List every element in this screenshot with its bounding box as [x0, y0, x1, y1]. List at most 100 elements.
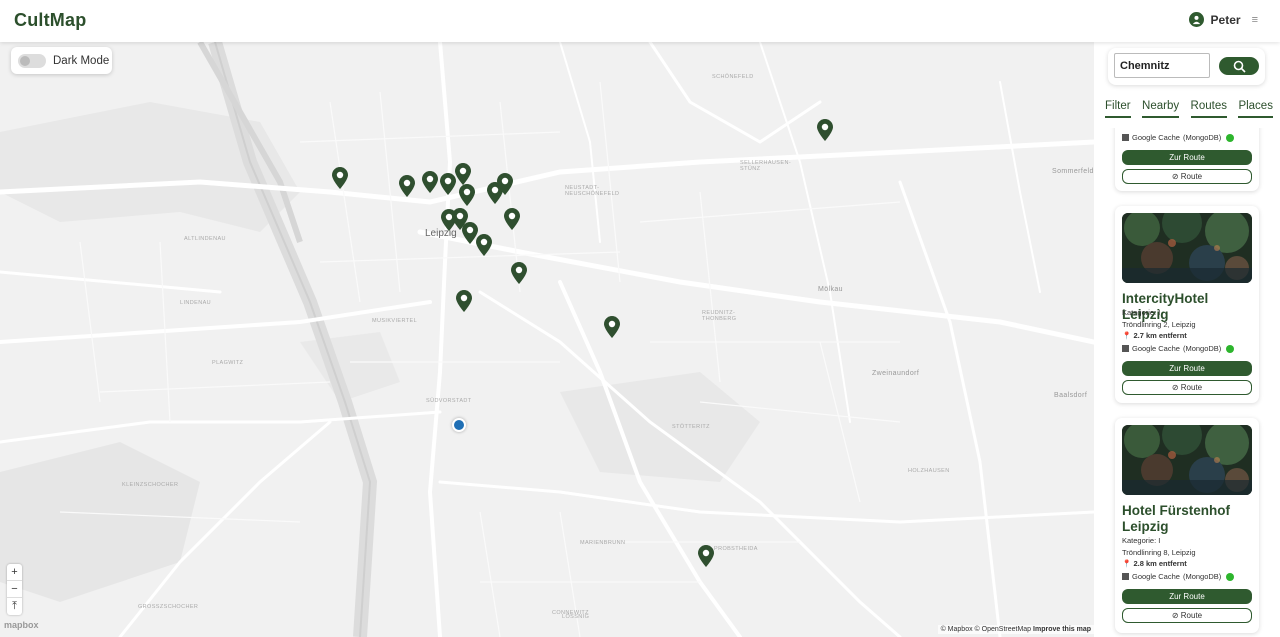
dark-mode-toggle[interactable]: Dark Mode: [11, 47, 112, 74]
source-db-label: (MongoDB): [1182, 344, 1222, 353]
app-logo[interactable]: CultMap: [14, 10, 86, 31]
status-ok-icon: [1226, 133, 1235, 142]
map-pin-icon[interactable]: [456, 290, 472, 312]
map-pin-icon[interactable]: [455, 163, 471, 185]
reset-bearing-button[interactable]: ⤒: [7, 598, 22, 615]
map-base-layer: [0, 42, 1094, 637]
route-button[interactable]: ⊘ Route: [1122, 608, 1252, 623]
search-input[interactable]: [1114, 53, 1210, 78]
place-image[interactable]: [1122, 425, 1252, 495]
status-ok-icon: [1226, 344, 1235, 353]
map-pin-icon[interactable]: [399, 175, 415, 197]
route-button-label: Route: [1180, 383, 1203, 392]
place-category: Kategorie: I: [1122, 536, 1161, 545]
places-list[interactable]: Google Cache (MongoDB) Zur Route ⊘ Route: [1094, 128, 1280, 637]
map-pin-icon[interactable]: [476, 234, 492, 256]
route-button-label: Route: [1180, 172, 1203, 181]
district-label: SÜDVORSTADT: [426, 398, 472, 404]
user-avatar-icon[interactable]: [1188, 12, 1204, 27]
zoom-in-button[interactable]: +: [7, 564, 22, 581]
map-pin-icon[interactable]: [459, 184, 475, 206]
district-label: STÖTTERITZ: [672, 424, 710, 430]
source-db-label: (MongoDB): [1182, 133, 1222, 142]
route-compass-icon: ⊘: [1171, 172, 1181, 181]
district-label: SELLERHAUSEN-STÜNZ: [740, 160, 792, 172]
distance-value: 2.7 km entfernt: [1133, 331, 1187, 340]
district-label: Mölkau: [818, 286, 843, 293]
search-icon: [1233, 60, 1246, 73]
dark-mode-switch[interactable]: [18, 53, 46, 68]
sidebar-tabs: Filter Nearby Routes Places: [1105, 100, 1273, 118]
district-label: ALTLINDENAU: [184, 236, 226, 242]
search-button[interactable]: [1219, 57, 1259, 75]
source-label: Google Cache: [1132, 572, 1180, 581]
district-label: MUSIKVIERTEL: [372, 318, 418, 324]
district-label: HOLZHAUSEN: [908, 468, 950, 474]
hamburger-menu-icon[interactable]: ≡: [1252, 14, 1258, 26]
place-title[interactable]: Hotel Fürstenhof Leipzig: [1122, 503, 1256, 535]
distance-value: 2.8 km entfernt: [1133, 559, 1187, 568]
district-label: KLEINZSCHOCHER: [122, 482, 179, 488]
location-pin-icon: 📍: [1122, 331, 1132, 340]
attribution-osm-link[interactable]: © OpenStreetMap: [975, 626, 1032, 633]
tab-filter[interactable]: Filter: [1105, 100, 1131, 118]
source-label: Google Cache: [1132, 344, 1180, 353]
source-info: Google Cache (MongoDB): [1122, 133, 1235, 142]
place-photo: [1122, 425, 1252, 495]
tab-routes[interactable]: Routes: [1190, 100, 1227, 118]
source-label: Google Cache: [1132, 133, 1180, 142]
map-pin-icon[interactable]: [604, 316, 620, 338]
place-card: IntercityHotel Leipzig Kategorie: I Trön…: [1115, 206, 1259, 403]
district-label: MARIENBRUNN: [580, 540, 626, 546]
app-header: CultMap Peter ≡: [0, 0, 1280, 42]
attribution-mapbox-link[interactable]: © Mapbox: [941, 626, 973, 633]
mapbox-logo[interactable]: mapbox: [4, 620, 39, 630]
zur-route-button[interactable]: Zur Route: [1122, 150, 1252, 165]
dark-mode-label: Dark Mode: [53, 54, 110, 67]
place-image[interactable]: [1122, 213, 1252, 283]
route-button[interactable]: ⊘ Route: [1122, 380, 1252, 395]
location-pin-icon: 📍: [1122, 559, 1132, 568]
district-label: Zweinaundorf: [872, 370, 920, 377]
status-ok-icon: [1226, 572, 1235, 581]
place-category: Kategorie: I: [1122, 308, 1161, 317]
route-compass-icon: ⊘: [1171, 383, 1181, 392]
improve-map-link[interactable]: Improve this map: [1033, 626, 1091, 633]
map-pin-icon[interactable]: [440, 173, 456, 195]
district-label: Baalsdorf: [1054, 392, 1088, 399]
zur-route-button[interactable]: Zur Route: [1122, 361, 1252, 376]
map-pin-icon[interactable]: [504, 208, 520, 230]
search-box: [1108, 48, 1265, 85]
map-pin-icon[interactable]: [332, 167, 348, 189]
source-info: Google Cache (MongoDB): [1122, 344, 1235, 353]
source-db-label: (MongoDB): [1182, 572, 1222, 581]
place-card: Hotel Fürstenhof Leipzig Kategorie: I Tr…: [1115, 418, 1259, 633]
map-canvas[interactable]: Dark Mode SCHÖNEFELD NEUSTADT-NEUSCHÖNEF…: [0, 42, 1094, 637]
tab-nearby[interactable]: Nearby: [1142, 100, 1180, 118]
district-label: LINDENAU: [180, 300, 212, 306]
place-photo: [1122, 213, 1252, 283]
place-distance: 📍 2.7 km entfernt: [1122, 331, 1187, 340]
district-label: PROBSTHEIDA: [714, 546, 758, 552]
place-title[interactable]: IntercityHotel Leipzig: [1122, 291, 1256, 323]
database-icon: [1122, 345, 1129, 352]
map-pin-icon[interactable]: [698, 545, 714, 567]
zoom-out-button[interactable]: −: [7, 581, 22, 598]
zur-route-button[interactable]: Zur Route: [1122, 589, 1252, 604]
user-location-marker: [452, 418, 466, 432]
source-info: Google Cache (MongoDB): [1122, 572, 1235, 581]
district-label: PLAGWITZ: [212, 360, 244, 366]
route-compass-icon: ⊘: [1171, 611, 1181, 620]
place-address: Tröndlinring 2, Leipzig: [1122, 320, 1196, 329]
district-label: LÖSSNIG: [562, 614, 590, 620]
user-menu[interactable]: Peter ≡: [1188, 12, 1258, 27]
tab-places[interactable]: Places: [1238, 100, 1273, 118]
map-pin-icon[interactable]: [497, 173, 513, 195]
district-label: NEUSTADT-NEUSCHÖNEFELD: [565, 185, 620, 197]
map-pin-icon[interactable]: [511, 262, 527, 284]
map-pin-icon[interactable]: [817, 119, 833, 141]
map-pin-icon[interactable]: [422, 171, 438, 193]
route-button[interactable]: ⊘ Route: [1122, 169, 1252, 184]
database-icon: [1122, 134, 1129, 141]
user-name[interactable]: Peter: [1211, 13, 1241, 27]
